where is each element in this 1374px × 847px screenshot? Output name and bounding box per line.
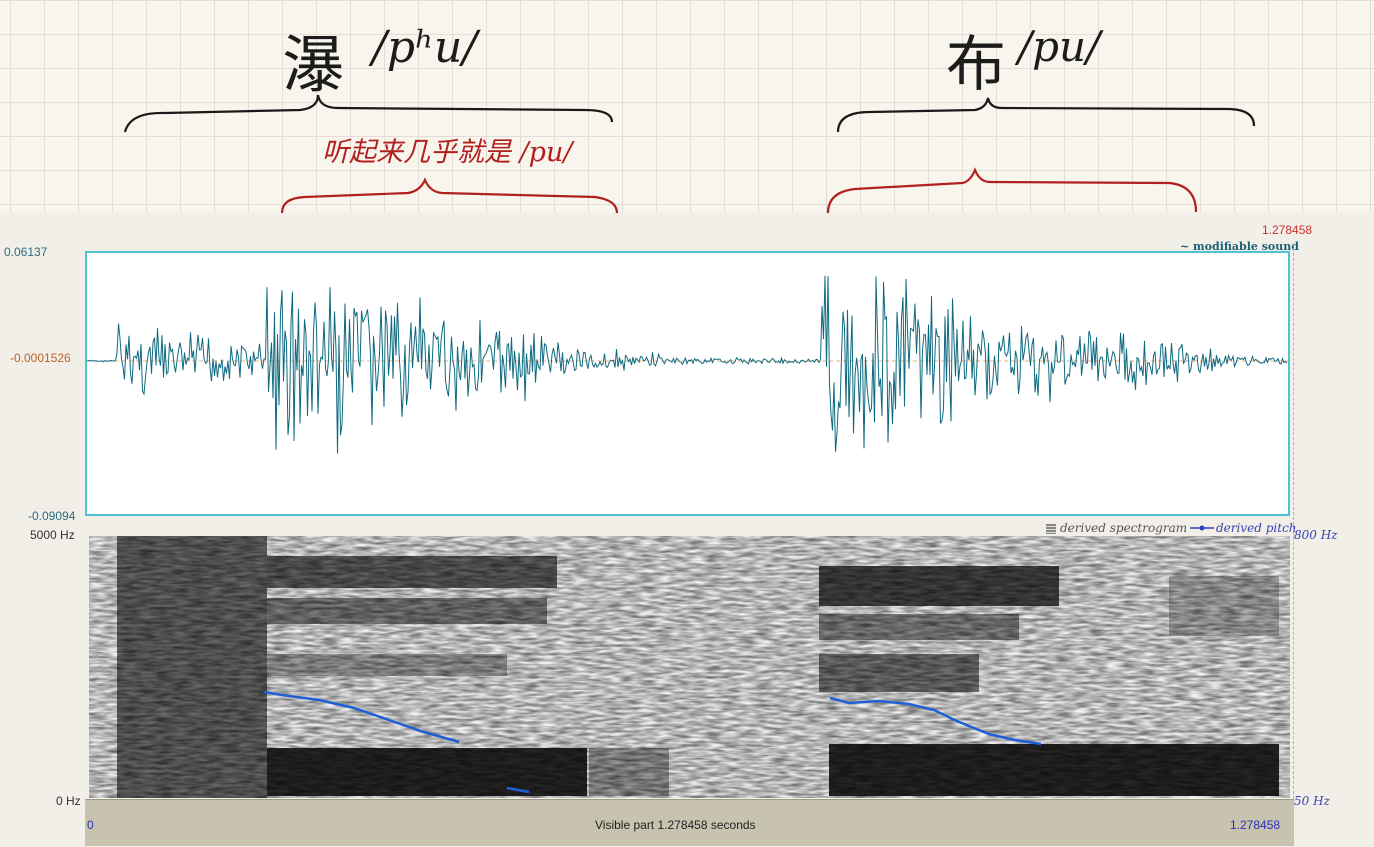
spectrogram-panel[interactable]	[89, 536, 1290, 798]
end-cursor-line	[1293, 243, 1294, 799]
time-end-label: 1.278458	[1230, 818, 1281, 832]
black-brace-right	[836, 97, 1256, 133]
spectrogram-bottom-freq-label: 0 Hz	[56, 794, 81, 808]
waveform-plot	[87, 275, 1288, 454]
total-duration-label: 1.278458	[1262, 223, 1313, 237]
annotation-right-char: 布	[946, 30, 1006, 100]
pitch-bottom-label: 50 Hz	[1294, 794, 1330, 808]
pitch-top-label: 800 Hz	[1294, 528, 1338, 542]
amplitude-max-label: 0.06137	[4, 245, 48, 259]
praat-sound-editor: 1.278458 ~ modifiable sound 0.06137 -0.0…	[0, 213, 1374, 847]
amplitude-min-label: -0.09094	[28, 509, 76, 523]
visible-part-label: Visible part 1.278458 seconds	[595, 818, 756, 832]
waveform-trace	[87, 275, 1288, 454]
waveform-panel[interactable]	[85, 251, 1290, 516]
annotation-left-ipa: /pʰu/	[372, 22, 478, 73]
red-brace-left	[280, 177, 619, 213]
spectrogram-top-freq-label: 5000 Hz	[30, 528, 75, 542]
handwritten-braces	[123, 94, 1256, 213]
annotation-right-ipa: /pu/	[1018, 22, 1101, 71]
annotation-left-char: 瀑	[282, 28, 345, 101]
pitch-legend-icon	[1190, 525, 1214, 531]
annotation-left-note: 听起来几乎就是 /pu/	[322, 137, 573, 168]
spectrogram-legend-label: derived spectrogram	[1060, 521, 1188, 535]
spectrogram-legend-icon	[1046, 524, 1056, 534]
spectrogram-plot	[89, 536, 1290, 798]
black-brace-left	[123, 94, 614, 133]
visible-part-bar[interactable]: 0 Visible part 1.278458 seconds 1.278458	[85, 799, 1294, 846]
amplitude-center-label: -0.0001526	[10, 351, 71, 365]
red-brace-right	[826, 167, 1198, 213]
time-start-label: 0	[87, 818, 94, 832]
pitch-legend-label: derived pitch	[1216, 521, 1297, 535]
